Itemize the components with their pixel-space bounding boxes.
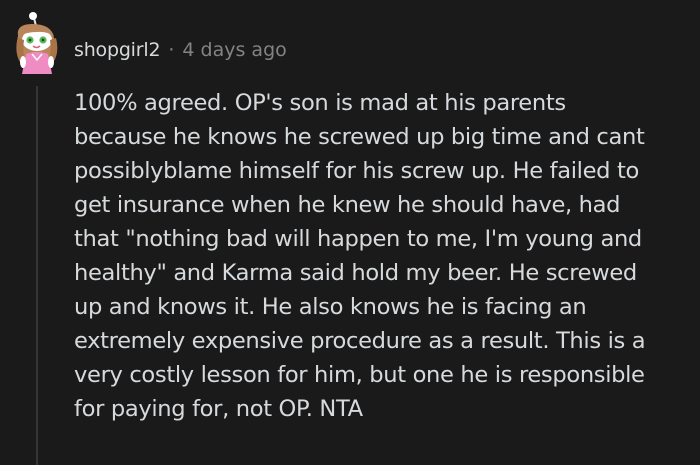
comment-body-line: possiblyblame himself for his screw up. … xyxy=(74,158,639,184)
comment-body-line: that "nothing bad will happen to me, I'm… xyxy=(74,226,642,252)
comment-body-line: get insurance when he knew he should hav… xyxy=(74,192,621,218)
avatar[interactable] xyxy=(10,10,64,76)
comment-body-line: extremely expensive procedure as a resul… xyxy=(74,328,646,354)
meta-separator: · xyxy=(168,39,175,61)
snoo-avatar-icon xyxy=(16,12,58,74)
comment-body-line: up and knows it. He also knows he is fac… xyxy=(74,294,587,320)
comment-body-line: for paying for, not OP. NTA xyxy=(74,396,363,422)
comment: shopgirl2 · 4 days ago 100% agreed. OP's s… xyxy=(0,0,700,465)
thread-line[interactable] xyxy=(36,86,38,465)
comment-meta: shopgirl2 · 4 days ago xyxy=(74,37,287,63)
author-link[interactable]: shopgirl2 xyxy=(74,39,161,61)
timestamp-link[interactable]: 4 days ago xyxy=(182,39,286,61)
comment-body-line: 100% agreed. OP's son is mad at his pare… xyxy=(74,90,566,116)
comment-body-line: healthy" and Karma said hold my beer. He… xyxy=(74,260,637,286)
comment-body-line: very costly lesson for him, but one he i… xyxy=(74,362,645,388)
comment-body-line: because he knows he screwed up big time … xyxy=(74,124,645,150)
comment-body: 100% agreed. OP's son is mad at his pare… xyxy=(74,86,694,426)
